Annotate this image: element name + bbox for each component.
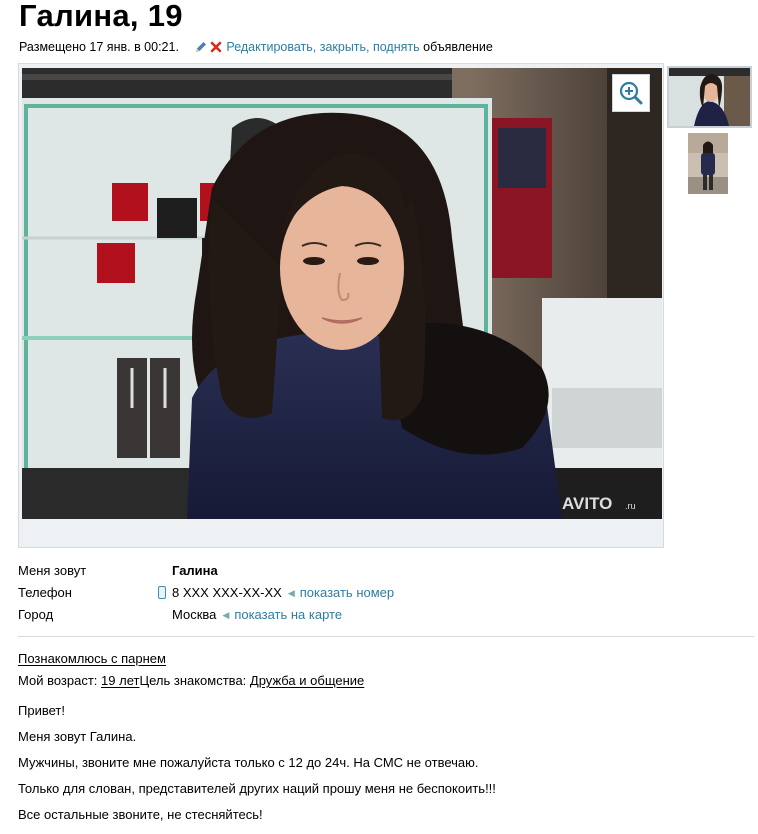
page-title: Галина, 19	[19, 0, 183, 33]
avito-watermark: AVITO	[562, 494, 612, 513]
edit-close-raise-link[interactable]: Редактировать, закрыть, поднять	[226, 40, 419, 54]
posted-date: Размещено 17 янв. в 00:21.	[19, 40, 179, 54]
avito-watermark-suffix: .ru	[625, 501, 636, 511]
age-link[interactable]: 19 лет	[101, 673, 139, 688]
delete-icon[interactable]	[210, 41, 222, 53]
description-line: Привет!	[18, 703, 65, 718]
main-photo[interactable]: AVITO .ru	[22, 68, 662, 519]
seeking-link[interactable]: Познакомлюсь с парнем	[18, 651, 166, 666]
zoom-in-icon	[619, 81, 643, 105]
zoom-button[interactable]	[612, 74, 650, 112]
goal-label: Цель знакомства:	[139, 673, 247, 688]
age-label: Мой возраст:	[18, 673, 98, 688]
show-number-link[interactable]: показать номер	[300, 585, 394, 600]
actions-suffix: объявление	[423, 40, 493, 54]
name-value: Галина	[172, 563, 218, 578]
phone-value: 8 XXX XXX-XX-XX	[172, 585, 282, 600]
listing-meta: Размещено 17 янв. в 00:21. Редактировать…	[19, 40, 493, 54]
divider	[18, 636, 754, 637]
name-label: Меня зовут	[18, 563, 87, 578]
triangle-left-icon: ◀	[287, 588, 295, 598]
description-line: Все остальные звоните, не стесняйтесь!	[18, 807, 263, 822]
seeking-row: Познакомлюсь с парнем	[18, 651, 166, 666]
description-line: Только для слован, представителей других…	[18, 781, 496, 796]
thumbnail-1[interactable]	[667, 66, 752, 128]
photo-illustration: AVITO .ru	[22, 68, 662, 519]
triangle-left-icon: ◀	[222, 610, 230, 620]
description-line: Меня зовут Галина.	[18, 729, 137, 744]
phone-icon	[158, 586, 166, 599]
phone-label: Телефон	[18, 585, 72, 600]
description-line: Мужчины, звоните мне пожалуйста только с…	[18, 755, 479, 770]
goal-link[interactable]: Дружба и общение	[250, 673, 364, 688]
show-on-map-link[interactable]: показать на карте	[234, 607, 342, 622]
thumbnail-2[interactable]	[688, 133, 728, 194]
pencil-icon[interactable]	[194, 40, 208, 54]
params-row: Мой возраст: 19 летЦель знакомства: Друж…	[18, 673, 364, 688]
city-label: Город	[18, 607, 54, 622]
city-value: Москва	[172, 607, 217, 622]
